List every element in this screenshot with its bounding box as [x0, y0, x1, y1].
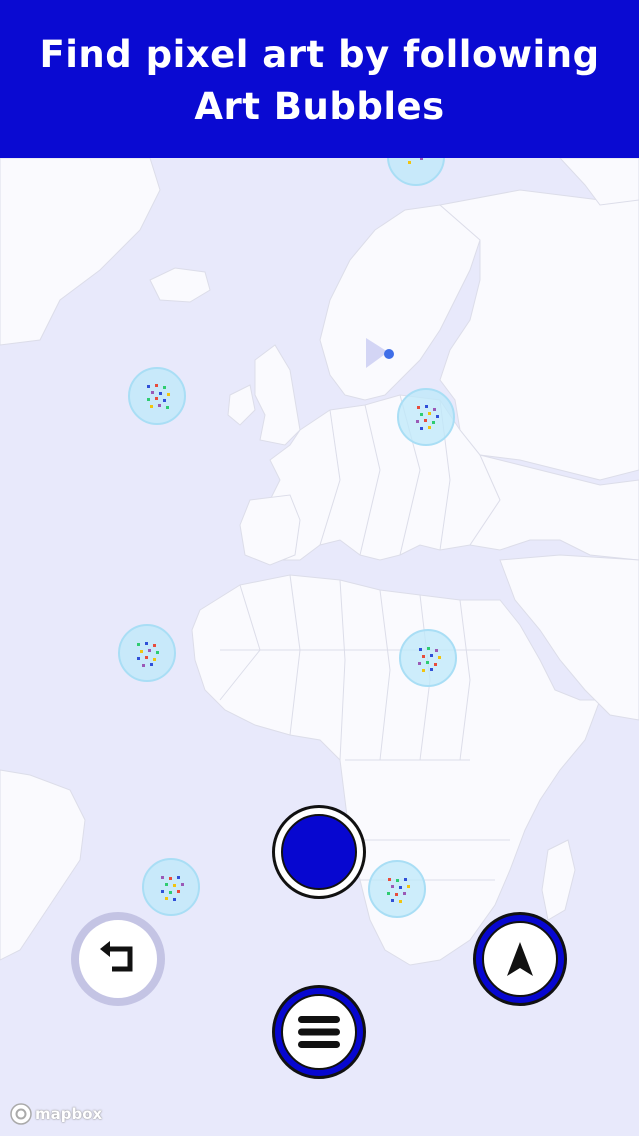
pixel-art-icon [416, 405, 439, 430]
banner-title-line-1: Find pixel art by following [39, 33, 600, 76]
user-location-dot [384, 349, 394, 359]
art-bubble[interactable] [142, 858, 200, 916]
mapbox-logo-icon [10, 1103, 32, 1125]
menu-button[interactable] [272, 985, 366, 1079]
art-bubble[interactable] [397, 388, 455, 446]
art-bubble[interactable] [118, 624, 176, 682]
mapbox-logo-text: mapbox [35, 1105, 103, 1123]
art-bubble[interactable] [368, 860, 426, 918]
iberia-landmass [239, 494, 301, 566]
banner-title-line-2: Art Bubbles [194, 85, 445, 128]
art-bubble[interactable] [399, 629, 457, 687]
art-bubble[interactable] [128, 367, 186, 425]
return-arrow-icon [100, 941, 133, 972]
navigation-arrow-icon [507, 942, 533, 976]
pixel-art-icon [387, 878, 410, 903]
pixel-art-icon [147, 384, 170, 409]
hamburger-menu-icon [298, 1016, 340, 1048]
navigation-button[interactable] [473, 912, 567, 1006]
back-button[interactable] [71, 912, 165, 1006]
header-banner: Find pixel art by following Art Bubbles [0, 0, 639, 158]
pixel-art-icon [137, 642, 159, 667]
pixel-art-icon [161, 876, 184, 901]
record-button[interactable] [272, 805, 366, 899]
pixel-art-icon [418, 647, 441, 672]
mapbox-attribution[interactable]: mapbox [10, 1103, 102, 1125]
record-circle-icon [281, 814, 357, 890]
